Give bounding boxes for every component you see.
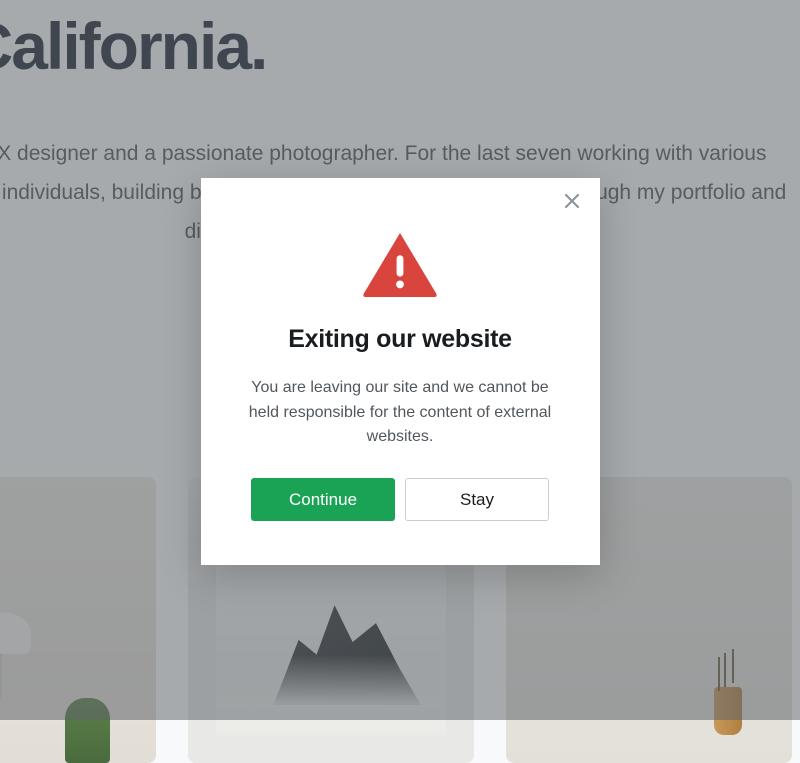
modal-overlay[interactable]: Exiting our website You are leaving our … [0, 0, 800, 720]
modal-title: Exiting our website [227, 325, 574, 354]
modal-body-text: You are leaving our site and we cannot b… [227, 376, 574, 450]
stay-button[interactable]: Stay [405, 478, 549, 521]
close-button[interactable] [560, 192, 584, 216]
close-icon [564, 193, 580, 214]
modal-actions: Continue Stay [227, 478, 574, 521]
exit-confirmation-modal: Exiting our website You are leaving our … [201, 178, 600, 565]
warning-icon [227, 231, 574, 299]
continue-button[interactable]: Continue [251, 478, 395, 521]
